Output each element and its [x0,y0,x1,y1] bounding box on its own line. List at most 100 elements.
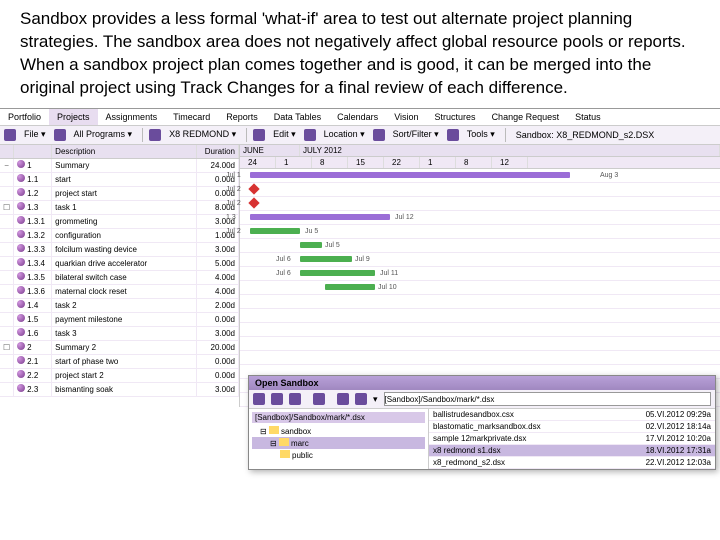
task-row[interactable]: ☐1.3task 18.00d [0,200,239,214]
day-label: 24 [240,157,276,168]
menu-reports[interactable]: Reports [218,109,266,125]
programs-icon [54,129,66,141]
tree-folder[interactable]: public [252,449,425,461]
tree-folder[interactable]: ⊟ sandbox [252,425,425,437]
task-row[interactable]: 1.3.3folcilum wasting device3.00d [0,242,239,256]
menu-portfolio[interactable]: Portfolio [0,109,49,125]
file-item[interactable]: ballistrudesandbox.csx05.VI.2012 09:29a [429,409,715,421]
gantt-row: Jul 6Jul 11 [240,267,720,281]
day-label: 22 [384,157,420,168]
folder-icon [269,426,279,434]
gantt-bar[interactable] [250,214,390,220]
gantt-bar[interactable] [325,284,375,290]
tree-path: [Sandbox]/Sandbox/mark/*.dsx [252,412,425,423]
menu-structures[interactable]: Structures [427,109,484,125]
sort-menu[interactable]: Sort/Filter ▾ [389,128,443,141]
task-row[interactable]: 1.1start0.00d [0,172,239,186]
up-folder-icon[interactable] [271,393,283,405]
file-list[interactable]: ballistrudesandbox.csx05.VI.2012 09:29ab… [429,409,715,469]
star-icon[interactable] [355,393,367,405]
file-item[interactable]: x8 redmond s1.dsx18.VI.2012 17:31a [429,445,715,457]
project-selector[interactable]: X8 REDMOND ▾ [165,128,240,141]
folder-tree[interactable]: [Sandbox]/Sandbox/mark/*.dsx ⊟ sandbox⊟ … [249,409,429,469]
gantt-bar[interactable] [250,172,570,178]
task-row[interactable]: −1Summary24.00d [0,158,239,172]
folder-icon [279,438,289,446]
file-item[interactable]: blastomatic_marksandbox.dsx02.VI.2012 18… [429,421,715,433]
folder-open-icon[interactable] [253,393,265,405]
description-text: Sandbox provides a less formal 'what-if'… [0,0,720,108]
task-row[interactable]: 1.3.1grommeting3.00d [0,214,239,228]
app-window: PortfolioProjectsAssignmentsTimecardRepo… [0,108,720,407]
gantt-row [240,337,720,351]
gantt-bar[interactable] [300,270,375,276]
programs-menu[interactable]: All Programs ▾ [70,128,137,141]
task-row[interactable]: 2.1start of phase two0.00d [0,354,239,368]
eye-icon [304,129,316,141]
tree-folder[interactable]: ⊟ marc [252,437,425,449]
task-row[interactable]: 1.4task 22.00d [0,298,239,312]
gantt-bar[interactable] [300,256,352,262]
edit-menu[interactable]: Edit ▾ [269,128,300,141]
task-row[interactable]: 1.6task 33.00d [0,326,239,340]
toolbar-main: File ▾ All Programs ▾ X8 REDMOND ▾ Edit … [0,126,720,145]
gantt-row: Jul 2 [240,183,720,197]
path-input[interactable] [384,392,711,406]
menu-data-tables[interactable]: Data Tables [266,109,329,125]
gantt-row: Jul 1Aug 3 [240,169,720,183]
menu-status[interactable]: Status [567,109,609,125]
task-row[interactable]: 2.2project start 20.00d [0,368,239,382]
day-label: 8 [456,157,492,168]
project-icon [149,129,161,141]
menu-vision[interactable]: Vision [386,109,426,125]
month-label: JUNE [240,145,300,156]
view-icon[interactable] [337,393,349,405]
day-label: 12 [492,157,528,168]
sort-icon [373,129,385,141]
menu-projects[interactable]: Projects [49,109,98,125]
sandbox-label: Sandbox: X8_REDMOND_s2.DSX [512,129,659,141]
day-label: 1 [276,157,312,168]
gantt-row: Jul 2 [240,197,720,211]
tools-menu[interactable]: Tools ▾ [463,128,499,141]
day-label: 15 [348,157,384,168]
file-item[interactable]: sample 12markprivate.dsx17.VI.2012 10:20… [429,433,715,445]
menu-change-request[interactable]: Change Request [484,109,568,125]
task-row[interactable]: 1.5payment milestone0.00d [0,312,239,326]
task-row[interactable]: ☐2Summary 220.00d [0,340,239,354]
task-row[interactable]: 1.3.5bilateral switch case4.00d [0,270,239,284]
menu-calendars[interactable]: Calendars [329,109,386,125]
menu-timecard[interactable]: Timecard [165,109,218,125]
home-icon[interactable] [313,393,325,405]
dur-header[interactable]: Duration [197,145,239,159]
file-menu[interactable]: File ▾ [20,128,50,141]
gantt-row: Jul 10 [240,281,720,295]
edit-icon [253,129,265,141]
gantt-row [240,295,720,309]
file-item[interactable]: x8_redmond_s2.dsx22.VI.2012 12:03a [429,457,715,469]
gantt-row: Jul 5 [240,239,720,253]
task-row[interactable]: 1.3.2configuration1.00d [0,228,239,242]
file-icon [4,129,16,141]
gantt-chart: JUNE JULY 2012 241815221812 Jul 1Aug 3Ju… [240,145,720,407]
gantt-row [240,309,720,323]
menu-assignments[interactable]: Assignments [98,109,166,125]
refresh-icon[interactable] [289,393,301,405]
task-row[interactable]: 1.3.4quarkian drive accelerator5.00d [0,256,239,270]
task-row[interactable]: 1.2project start0.00d [0,186,239,200]
gantt-bar[interactable] [300,242,322,248]
desc-header[interactable]: Description [52,145,197,159]
location-menu[interactable]: Location ▾ [320,128,369,141]
task-grid: Description Duration −1Summary24.00d1.1s… [0,145,240,407]
task-row[interactable]: 2.3bismanting soak3.00d [0,382,239,396]
tools-icon [447,129,459,141]
gantt-row: 1.3Jul 12 [240,211,720,225]
day-label: 8 [312,157,348,168]
dialog-title: Open Sandbox [249,376,715,390]
gantt-bar[interactable] [250,228,300,234]
month-label: JULY 2012 [300,145,720,156]
expand-header [0,145,14,159]
day-label: 1 [420,157,456,168]
task-row[interactable]: 1.3.6maternal clock reset4.00d [0,284,239,298]
folder-icon [280,450,290,458]
